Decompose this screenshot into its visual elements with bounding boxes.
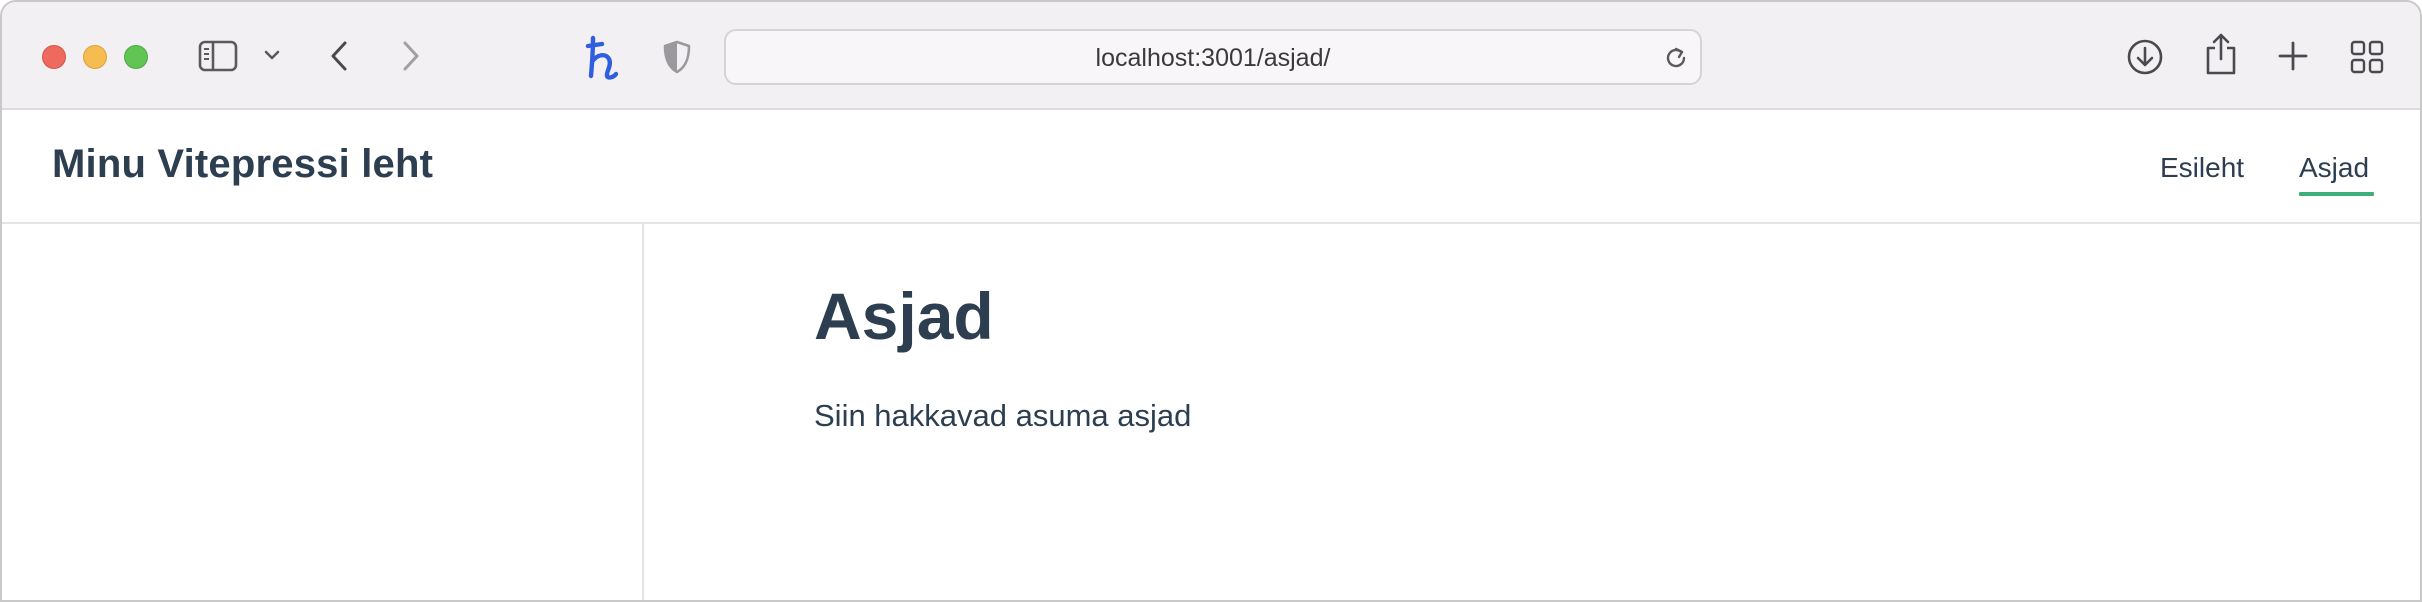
url-text[interactable]: localhost:3001/asjad/	[726, 31, 1700, 87]
share-icon[interactable]	[2204, 32, 2238, 76]
download-icon[interactable]	[2126, 38, 2164, 76]
sidebar	[2, 224, 644, 600]
nav-link-asjad[interactable]: Asjad	[2299, 152, 2369, 184]
page-paragraph: Siin hakkavad asuma asjad	[814, 398, 1192, 433]
main-content: Asjad Siin hakkavad asuma asjad	[644, 224, 2420, 600]
minimize-window-button[interactable]	[83, 45, 107, 69]
chevron-right-icon[interactable]	[398, 40, 422, 72]
sidebar-icon[interactable]	[198, 40, 238, 72]
reload-icon[interactable]	[1662, 44, 1690, 72]
address-bar[interactable]: localhost:3001/asjad/	[724, 29, 1702, 85]
nav-link-esileht[interactable]: Esileht	[2160, 152, 2244, 184]
page-heading: Asjad	[814, 279, 994, 353]
honey-extension-icon[interactable]	[584, 34, 624, 80]
plus-icon[interactable]	[2277, 40, 2309, 72]
browser-window: localhost:3001/asjad/ Minu Vitepressi le…	[0, 0, 2422, 602]
active-nav-indicator	[2299, 192, 2374, 196]
shield-icon[interactable]	[662, 40, 692, 74]
browser-toolbar: localhost:3001/asjad/	[2, 2, 2420, 110]
chevron-down-icon[interactable]	[263, 48, 281, 62]
site-title-link[interactable]: Minu Vitepressi leht	[52, 142, 433, 187]
chevron-left-icon[interactable]	[328, 40, 352, 72]
grid-icon[interactable]	[2350, 40, 2384, 74]
close-window-button[interactable]	[42, 45, 66, 69]
zoom-window-button[interactable]	[124, 45, 148, 69]
site-header: Minu Vitepressi leht Esileht Asjad	[2, 110, 2420, 224]
